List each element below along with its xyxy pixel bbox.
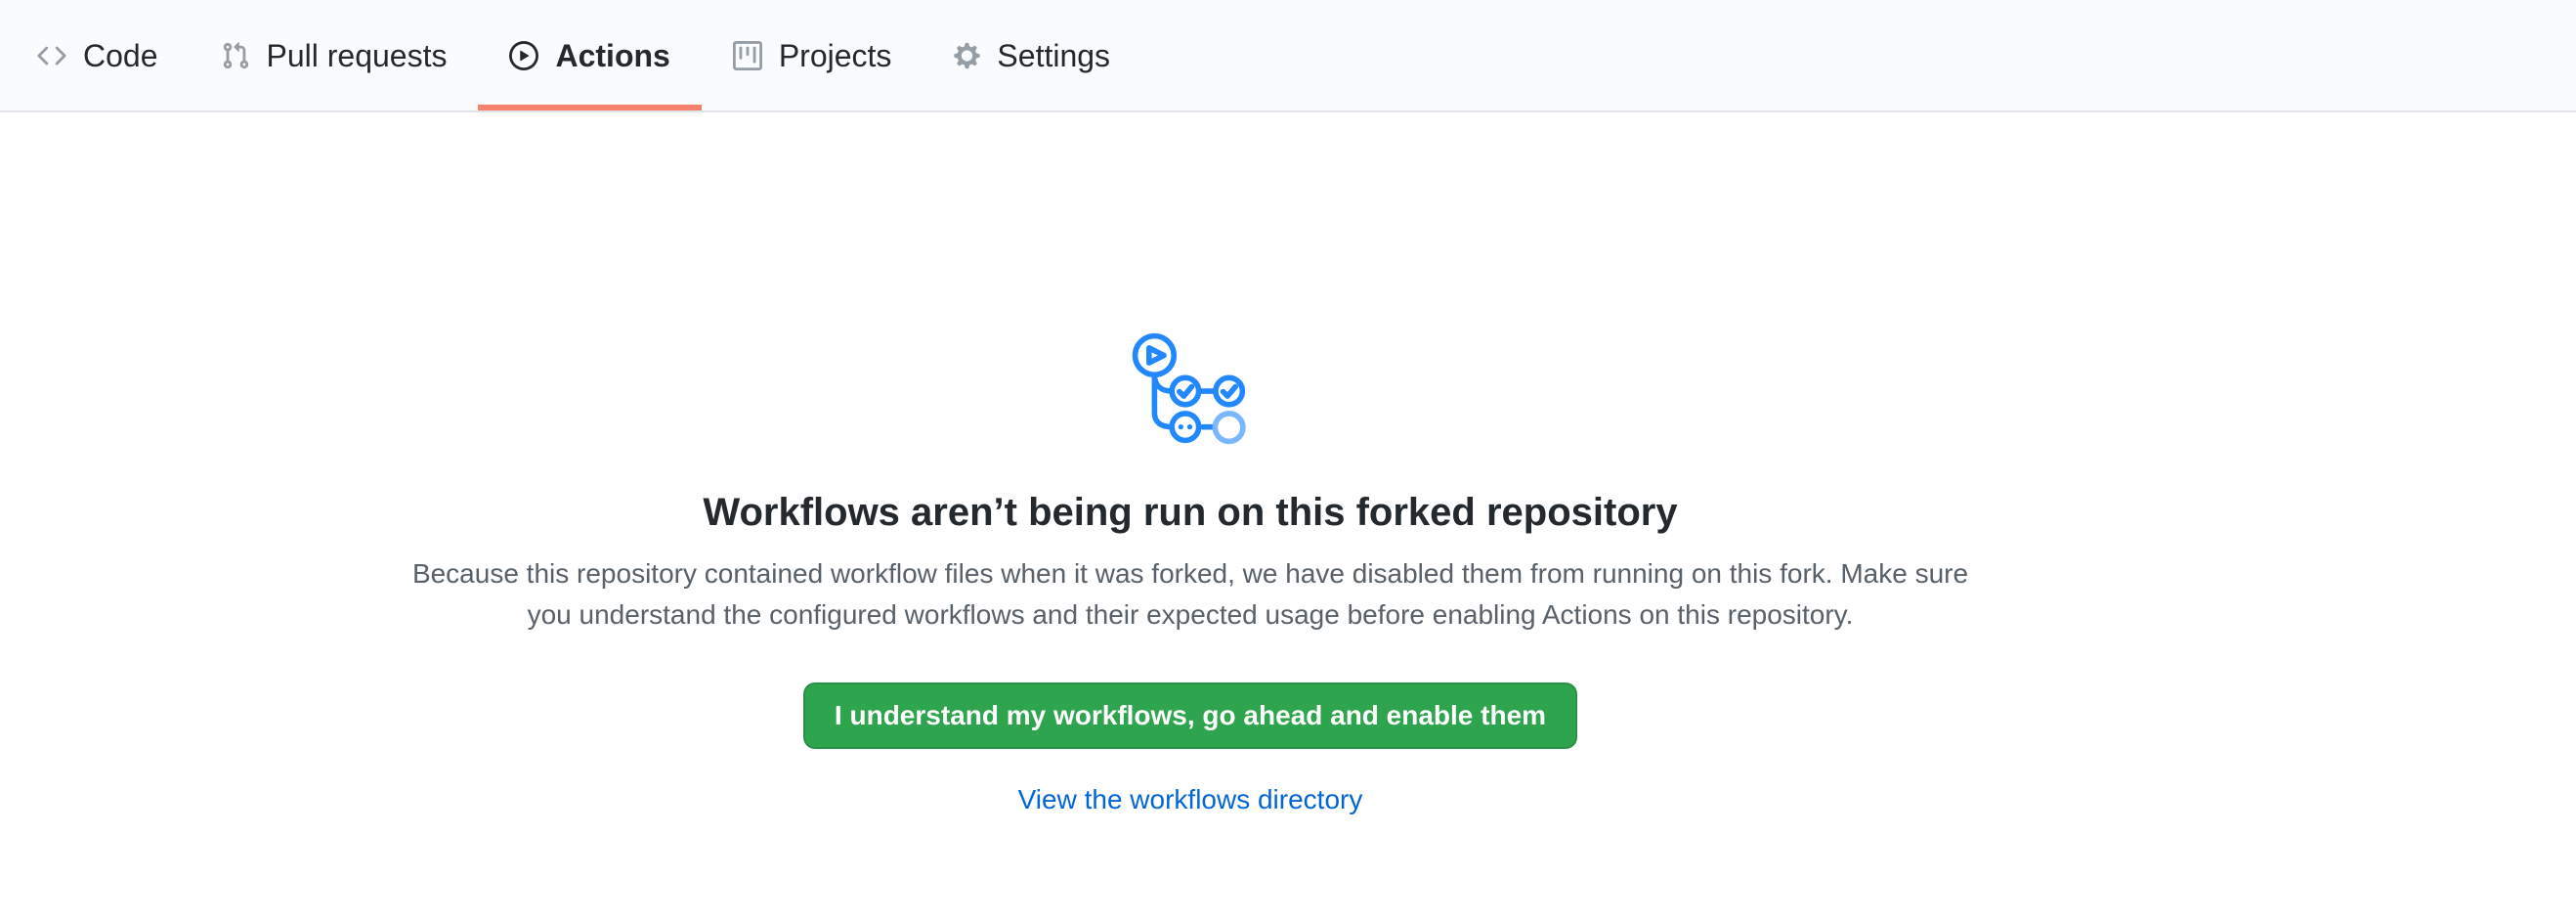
project-icon [733,41,762,70]
view-workflows-directory-link[interactable]: View the workflows directory [1018,784,1363,814]
tab-pull-requests[interactable]: Pull requests [190,0,479,110]
tab-label: Settings [997,40,1110,71]
enable-button-row: I understand my workflows, go ahead and … [0,636,2381,749]
actions-disabled-blankslate: Workflows aren’t being run on this forke… [0,112,2381,815]
tab-projects[interactable]: Projects [702,0,923,110]
tab-label: Actions [555,40,669,71]
play-icon [509,41,538,70]
workflow-graph-icon [1132,331,1249,445]
tab-code[interactable]: Code [6,0,190,110]
code-icon [37,41,66,70]
tab-actions[interactable]: Actions [478,0,701,110]
git-pull-request-icon [221,41,250,70]
tab-label: Projects [779,40,892,71]
gear-icon [954,41,980,70]
blankslate-description: Because this repository contained workfl… [394,553,1987,636]
tab-label: Code [83,40,158,71]
tab-label: Pull requests [267,40,448,71]
workflows-link-row: View the workflows directory [0,784,2381,815]
tab-settings[interactable]: Settings [923,0,1141,110]
repo-nav: Code Pull requests Actions Projects [0,0,2576,112]
enable-workflows-button[interactable]: I understand my workflows, go ahead and … [803,682,1577,749]
blankslate-title: Workflows aren’t being run on this forke… [0,487,2381,538]
